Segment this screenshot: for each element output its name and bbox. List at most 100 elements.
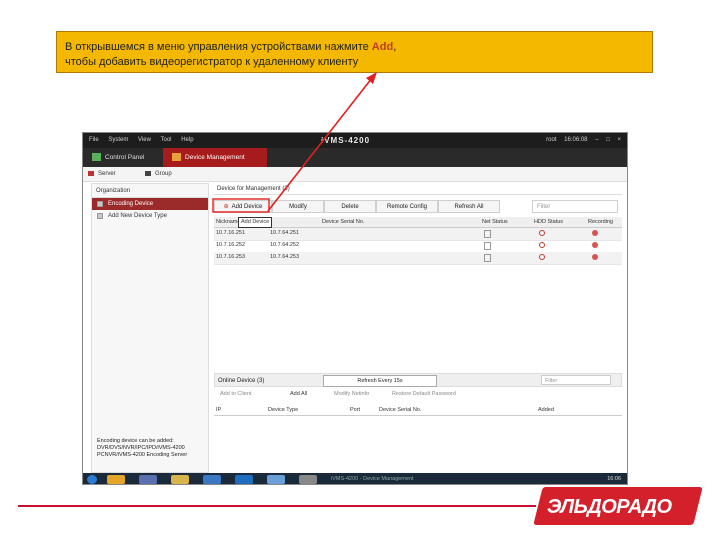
col-device-type[interactable]: Device Type	[268, 407, 298, 413]
taskbar-clock: 16:06	[607, 476, 621, 482]
group-icon	[145, 171, 151, 176]
col-net-status[interactable]: Net Status	[482, 219, 508, 225]
skype-icon[interactable]	[203, 475, 221, 484]
org-item-add-type[interactable]: Add New Device Type	[92, 210, 208, 222]
add-device-button[interactable]: ⊕ Add Device	[214, 200, 272, 213]
tab-label: Control Panel	[105, 154, 145, 161]
sub-tab-bar: Server Group	[83, 167, 627, 182]
online-filter-input[interactable]: Filter	[541, 375, 611, 385]
menu-system[interactable]: System	[108, 137, 128, 143]
control-panel-icon	[92, 153, 101, 161]
minimize-icon[interactable]: –	[595, 137, 598, 143]
mail-icon[interactable]	[139, 475, 157, 484]
menu-file[interactable]: File	[89, 137, 99, 143]
callout-line2: чтобы добавить видеорегистратор к удален…	[65, 56, 359, 68]
col-nickname[interactable]: Nickname	[216, 219, 240, 225]
start-icon[interactable]	[87, 475, 97, 484]
menu-help[interactable]: Help	[181, 137, 193, 143]
explorer-icon[interactable]	[267, 475, 285, 484]
tab-strip: Control Panel Device Management	[83, 148, 627, 167]
title-bar: File System View Tool Help iVMS-4200 roo…	[83, 133, 627, 148]
tab-label: Device Management	[185, 154, 245, 161]
subtab-server[interactable]: Server	[88, 171, 116, 177]
net-status-icon	[484, 230, 491, 240]
plus-icon: ⊕	[223, 204, 229, 210]
windows-taskbar: iVMS-4200 - Device Management 16:06	[83, 473, 627, 484]
modify-netinfo-button[interactable]: Modify Netinfo	[334, 391, 369, 397]
chrome-icon[interactable]	[107, 475, 125, 484]
cell-ip: 10.7.64.252	[270, 242, 300, 248]
col-added[interactable]: Added	[538, 407, 554, 413]
col-add-device-highlight: Add Device	[238, 217, 273, 228]
col-hdd-status[interactable]: HDD Status	[534, 219, 563, 225]
refresh-all-button[interactable]: Refresh All	[438, 200, 500, 213]
filter-input[interactable]: Filter	[532, 200, 618, 213]
subtab-label: Server	[98, 171, 116, 177]
menu-view[interactable]: View	[138, 137, 151, 143]
add-all-button[interactable]: Add All	[290, 391, 307, 397]
device-table-header: Nickname Add Device Device Serial No. Ne…	[214, 217, 622, 228]
online-device-label: Online Device (3)	[218, 378, 265, 384]
tab-device-management[interactable]: Device Management	[163, 148, 267, 167]
org-item-encoding-device[interactable]: Encoding Device	[92, 198, 208, 210]
callout-highlight-add: Add	[371, 41, 394, 53]
col-ip[interactable]: IP	[216, 407, 221, 413]
callout-line1: В открывшемся в меню управления устройст…	[65, 40, 644, 55]
col-port[interactable]: Port	[350, 407, 360, 413]
online-device-section: Online Device (3) Refresh Every 15s Filt…	[214, 373, 622, 473]
device-toolbar: ⊕ Add Device Modify Delete Remote Config …	[214, 200, 622, 214]
device-management-icon	[172, 153, 181, 161]
printer-icon[interactable]	[299, 475, 317, 484]
organization-panel: Organization Encoding Device Add New Dev…	[91, 183, 209, 473]
recording-icon	[592, 230, 598, 238]
restore-password-button[interactable]: Restore Default Password	[392, 391, 456, 397]
org-item-label: Encoding Device	[108, 201, 154, 207]
hdd-status-icon	[539, 242, 545, 250]
brand-logo: ЭЛЬДОРАДО	[547, 496, 672, 518]
hdd-status-icon	[539, 230, 545, 238]
cell-ip: 10.7.64.253	[270, 254, 300, 260]
cell-nickname: 10.7.16.252	[216, 242, 246, 248]
online-toolbar: Add to Client Add All Modify Netinfo Res…	[214, 389, 622, 401]
add-device-label: Add Device	[231, 204, 263, 210]
cell-nickname: 10.7.16.251	[216, 230, 246, 236]
delete-button[interactable]: Delete	[324, 200, 376, 213]
device-list-title: Device for Management (3)	[214, 183, 622, 195]
subtab-label: Group	[155, 171, 172, 177]
net-status-icon	[484, 254, 491, 264]
folder-icon[interactable]	[171, 475, 189, 484]
tab-control-panel[interactable]: Control Panel	[89, 148, 161, 167]
col-online-serial[interactable]: Device Serial No.	[379, 407, 422, 413]
maximize-icon[interactable]: □	[606, 137, 610, 143]
close-icon[interactable]: ×	[617, 137, 621, 143]
device-main-area: Device for Management (3) ⊕ Add Device Mo…	[214, 183, 622, 473]
refresh-every-button[interactable]: Refresh Every 15s	[323, 375, 437, 387]
col-serial[interactable]: Device Serial No.	[322, 219, 365, 225]
remote-config-button[interactable]: Remote Config	[376, 200, 438, 213]
outlook-icon[interactable]	[235, 475, 253, 484]
recording-icon	[592, 254, 598, 262]
server-icon	[88, 171, 94, 176]
modify-button[interactable]: Modify	[272, 200, 324, 213]
add-to-client-button[interactable]: Add to Client	[220, 391, 252, 397]
app-title: iVMS-4200	[321, 136, 371, 145]
online-device-header: Online Device (3) Refresh Every 15s Filt…	[214, 373, 622, 387]
subtab-group[interactable]: Group	[145, 171, 172, 177]
device-types-note: Encoding device can be added: DVR/DVS/NV…	[97, 438, 188, 458]
brand-divider	[18, 505, 536, 507]
table-row[interactable]: 10.7.16.253 10.7.64.253	[214, 252, 622, 265]
clock-label: 16:06:08	[564, 137, 588, 143]
title-right-info: root 16:06:08 – □ ×	[540, 137, 621, 143]
user-label: root	[546, 137, 557, 143]
app-screenshot: File System View Tool Help iVMS-4200 roo…	[82, 132, 628, 485]
menu-bar: File System View Tool Help	[89, 137, 202, 143]
organization-header: Organization	[92, 184, 208, 198]
menu-tool[interactable]: Tool	[161, 137, 172, 143]
taskbar-status: iVMS-4200 - Device Management	[331, 476, 414, 482]
recording-icon	[592, 242, 598, 250]
org-item-label: Add New Device Type	[108, 213, 167, 219]
cell-ip: 10.7.64.251	[270, 230, 300, 236]
col-recording[interactable]: Recording	[588, 219, 613, 225]
hdd-status-icon	[539, 254, 545, 262]
instruction-callout: В открывшемся в меню управления устройст…	[56, 31, 653, 73]
